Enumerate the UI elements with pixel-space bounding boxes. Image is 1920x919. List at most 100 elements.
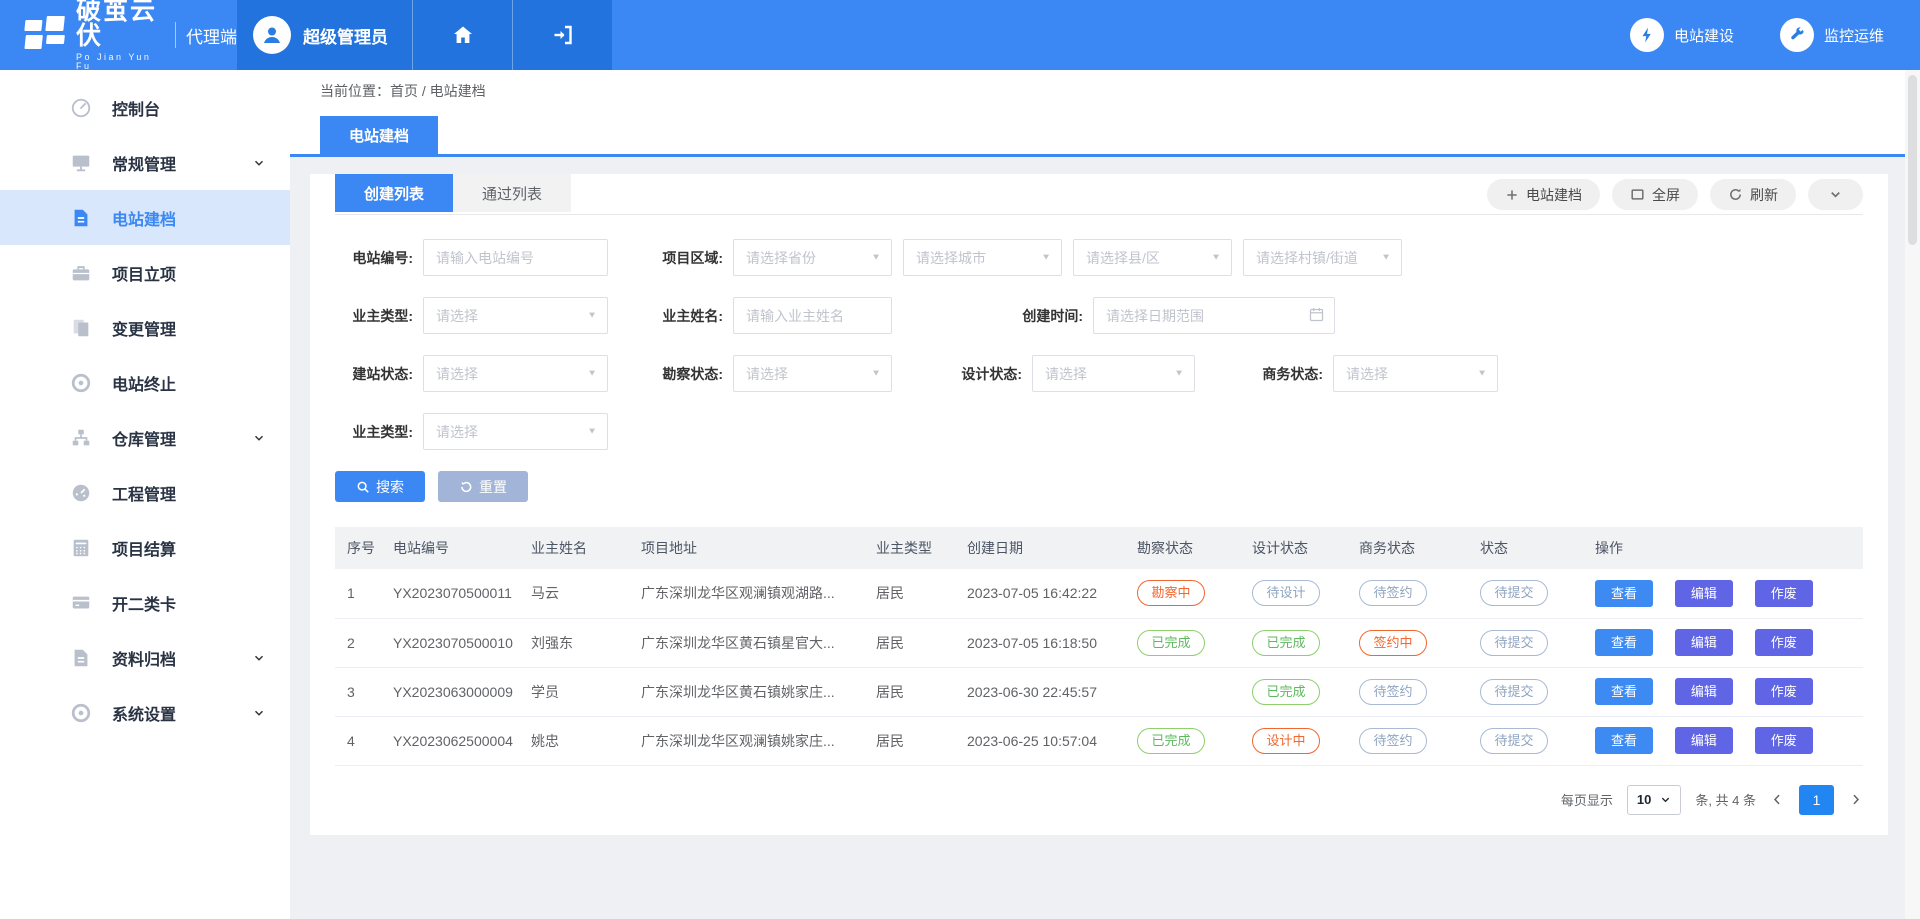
edit-button[interactable]: 编辑 xyxy=(1675,580,1733,607)
sidebar-item-station-archive[interactable]: 电站建档 xyxy=(0,190,290,245)
void-button[interactable]: 作废 xyxy=(1755,678,1813,705)
calculator-icon xyxy=(70,537,92,559)
void-button[interactable]: 作废 xyxy=(1755,727,1813,754)
sidebar-item-warehouse-mgmt[interactable]: 仓库管理 xyxy=(0,410,290,465)
owner-name-label: 业主姓名: xyxy=(645,306,733,326)
caret-down-icon: ▼ xyxy=(587,311,597,320)
logout-button[interactable] xyxy=(512,0,612,70)
station-code-label: 电站编号: xyxy=(335,248,423,268)
sidebar: 控制台 常规管理 电站建档 项目立项 变更 xyxy=(0,70,290,919)
col-header: 状态 xyxy=(1468,527,1583,569)
per-page-select[interactable]: 10 xyxy=(1627,785,1681,815)
town-select[interactable]: 请选择村镇/街道▼ xyxy=(1243,239,1402,276)
owner-name-input[interactable] xyxy=(733,297,892,334)
portal-label: 代理端 xyxy=(186,23,237,48)
home-button[interactable] xyxy=(412,0,512,70)
logo-title: 破茧云伏 xyxy=(76,0,163,49)
city-select[interactable]: 请选择城市▼ xyxy=(903,239,1062,276)
create-station-button[interactable]: 电站建档 xyxy=(1487,179,1600,210)
page-number-button[interactable]: 1 xyxy=(1799,785,1834,815)
business-status-select[interactable]: 请选择▼ xyxy=(1333,355,1498,392)
user-menu[interactable]: 超级管理员 xyxy=(237,0,412,70)
panel-header: 创建列表 通过列表 电站建档 全屏 刷新 xyxy=(335,174,1863,215)
scrollbar[interactable] xyxy=(1905,70,1920,919)
panel-card: 创建列表 通过列表 电站建档 全屏 刷新 xyxy=(310,174,1888,835)
owner-type-select[interactable]: 请选择▼ xyxy=(423,297,608,334)
view-button[interactable]: 查看 xyxy=(1595,678,1653,705)
void-button[interactable]: 作废 xyxy=(1755,629,1813,656)
status-badge: 待提交 xyxy=(1480,580,1548,606)
owner-type-label: 业主类型: xyxy=(335,306,423,326)
design-status-select[interactable]: 请选择▼ xyxy=(1032,355,1195,392)
fullscreen-button[interactable]: 全屏 xyxy=(1612,179,1698,210)
sidebar-item-general-mgmt[interactable]: 常规管理 xyxy=(0,135,290,190)
logo-divider xyxy=(175,22,176,48)
bolt-icon xyxy=(1630,18,1664,52)
create-time-range-input[interactable] xyxy=(1093,297,1335,334)
caret-down-icon: ▼ xyxy=(1477,369,1487,378)
sidebar-item-label: 系统设置 xyxy=(112,701,176,725)
survey-status-select[interactable]: 请选择▼ xyxy=(733,355,892,392)
edit-button[interactable]: 编辑 xyxy=(1675,629,1733,656)
nav-label: 监控运维 xyxy=(1824,25,1884,46)
pagination: 每页显示 10 条, 共 4 条 1 xyxy=(335,785,1863,815)
panel-actions: 电站建档 全屏 刷新 xyxy=(1487,174,1863,210)
tab-passed-list[interactable]: 通过列表 xyxy=(453,174,571,212)
col-header: 操作 xyxy=(1583,527,1863,569)
table-row: 2 YX2023070500010 刘强东 广东深圳龙华区黄石镇星官大... 居… xyxy=(335,618,1863,667)
province-select[interactable]: 请选择省份▼ xyxy=(733,239,892,276)
reset-button[interactable]: 重置 xyxy=(438,471,528,502)
col-header: 创建日期 xyxy=(955,527,1125,569)
build-status-select[interactable]: 请选择▼ xyxy=(423,355,608,392)
sidebar-item-project-settlement[interactable]: 项目结算 xyxy=(0,520,290,575)
station-code-input[interactable] xyxy=(423,239,608,276)
tab-create-list[interactable]: 创建列表 xyxy=(335,174,453,212)
status-badge: 待提交 xyxy=(1480,728,1548,754)
county-select[interactable]: 请选择县/区▼ xyxy=(1073,239,1232,276)
fullscreen-icon xyxy=(1630,187,1645,202)
sidebar-item-label: 工程管理 xyxy=(112,481,176,505)
view-button[interactable]: 查看 xyxy=(1595,629,1653,656)
design-status-badge: 待设计 xyxy=(1252,580,1320,606)
survey-status-badge: 已完成 xyxy=(1137,630,1205,656)
sidebar-item-label: 控制台 xyxy=(112,96,160,120)
sidebar-item-console[interactable]: 控制台 xyxy=(0,80,290,135)
col-header: 业主姓名 xyxy=(519,527,629,569)
sidebar-item-engineering-mgmt[interactable]: 工程管理 xyxy=(0,465,290,520)
table-header-row: 序号 电站编号 业主姓名 项目地址 业主类型 创建日期 勘察状态 设计状态 商务… xyxy=(335,527,1863,569)
sidebar-item-project-initiation[interactable]: 项目立项 xyxy=(0,245,290,300)
view-button[interactable]: 查看 xyxy=(1595,580,1653,607)
sidebar-item-label: 项目结算 xyxy=(112,536,176,560)
document-icon xyxy=(70,207,92,229)
business-status-badge: 待签约 xyxy=(1359,679,1427,705)
chevron-down-icon xyxy=(252,651,266,665)
calendar-icon xyxy=(1308,306,1325,328)
sidebar-item-station-termination[interactable]: 电站终止 xyxy=(0,355,290,410)
edit-button[interactable]: 编辑 xyxy=(1675,727,1733,754)
sidebar-item-data-archive[interactable]: 资料归档 xyxy=(0,630,290,685)
view-button[interactable]: 查看 xyxy=(1595,727,1653,754)
next-page-button[interactable] xyxy=(1848,792,1863,807)
target-icon xyxy=(70,372,92,394)
table-row: 3 YX2023063000009 学员 广东深圳龙华区黄石镇姚家庄... 居民… xyxy=(335,667,1863,716)
refresh-button[interactable]: 刷新 xyxy=(1710,179,1796,210)
nav-monitor-ops[interactable]: 监控运维 xyxy=(1780,18,1884,52)
edit-button[interactable]: 编辑 xyxy=(1675,678,1733,705)
avatar xyxy=(253,16,291,54)
nav-station-build[interactable]: 电站建设 xyxy=(1630,18,1734,52)
void-button[interactable]: 作废 xyxy=(1755,580,1813,607)
sidebar-item-open-card[interactable]: 开二类卡 xyxy=(0,575,290,630)
card-icon xyxy=(70,592,92,614)
stations-table: 序号 电站编号 业主姓名 项目地址 业主类型 创建日期 勘察状态 设计状态 商务… xyxy=(335,527,1863,766)
scrollbar-thumb[interactable] xyxy=(1908,75,1917,245)
owner-type2-select[interactable]: 请选择▼ xyxy=(423,413,608,450)
sidebar-item-label: 资料归档 xyxy=(112,646,176,670)
survey-status-badge: 已完成 xyxy=(1137,728,1205,754)
sidebar-item-change-mgmt[interactable]: 变更管理 xyxy=(0,300,290,355)
prev-page-button[interactable] xyxy=(1770,792,1785,807)
sidebar-item-system-settings[interactable]: 系统设置 xyxy=(0,685,290,740)
page-tab-station-archive[interactable]: 电站建档 xyxy=(320,116,438,154)
chevron-down-icon xyxy=(1828,187,1843,202)
collapse-button[interactable] xyxy=(1808,179,1863,210)
search-button[interactable]: 搜索 xyxy=(335,471,425,502)
